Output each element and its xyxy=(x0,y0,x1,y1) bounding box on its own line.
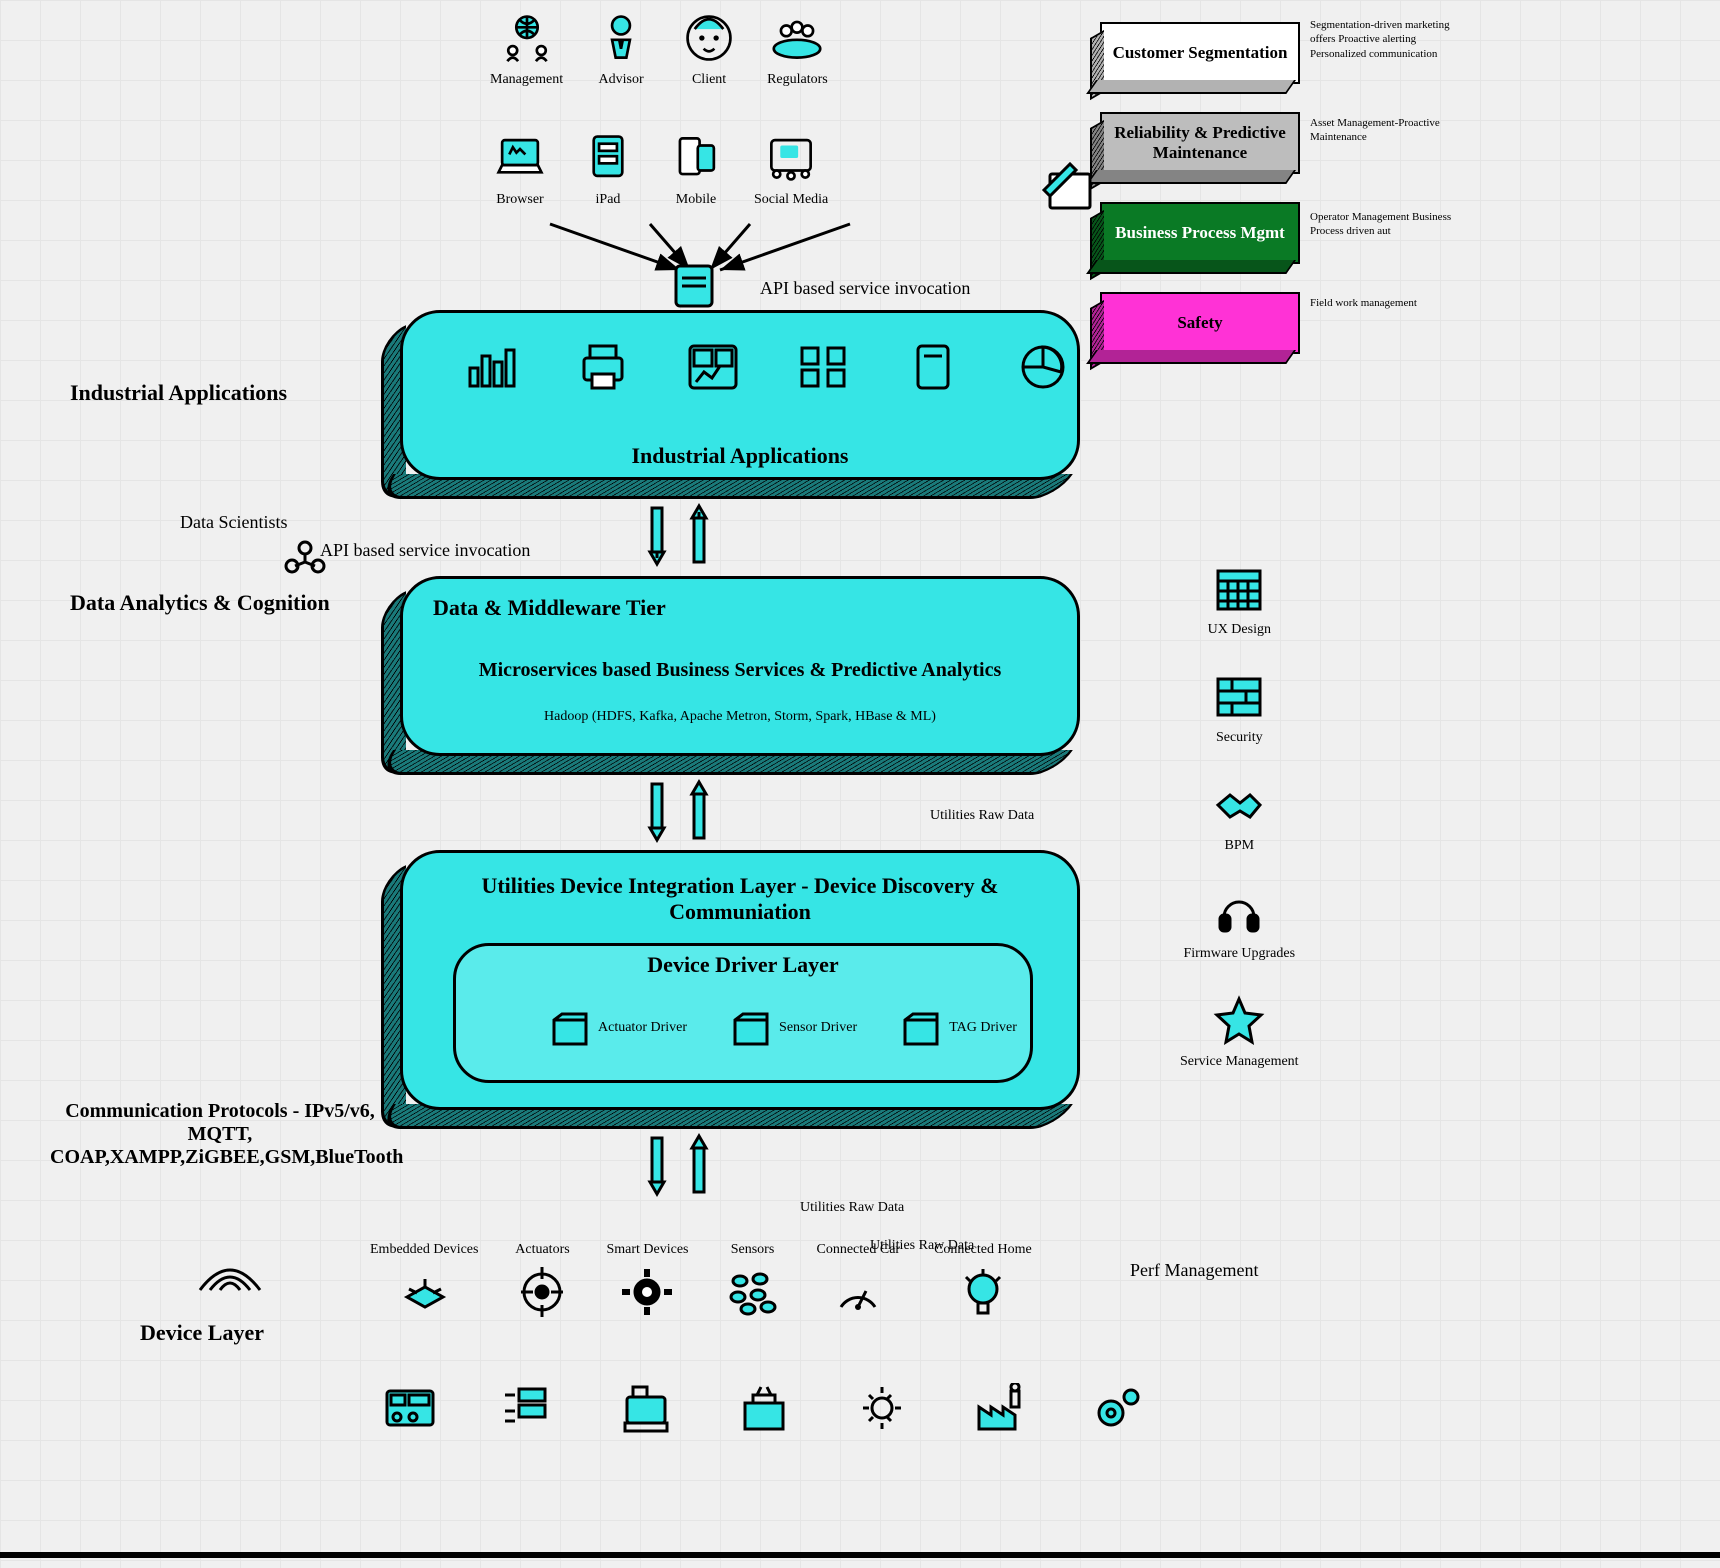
tier-data-middleware: Data & Middleware Tier Microservices bas… xyxy=(400,576,1080,756)
protocols-label: Communication Protocols - IPv5/v6, MQTT,… xyxy=(50,1100,390,1169)
tablet-icon xyxy=(578,130,638,186)
footer-line xyxy=(0,1552,1720,1558)
analytics-label: Data Analytics & Cognition xyxy=(70,590,330,616)
sensors: Sensors xyxy=(723,1242,783,1320)
card-reliability: Reliability & Predictive Maintenance xyxy=(1100,112,1300,174)
actuator-driver: Actuator Driver xyxy=(550,1010,687,1046)
card-safety: Safety xyxy=(1100,292,1300,354)
laptop-icon xyxy=(490,130,550,186)
tier2-main: Microservices based Business Services & … xyxy=(403,659,1077,682)
advisor-icon xyxy=(591,10,651,66)
smart-devices: Smart Devices xyxy=(606,1242,688,1320)
factory-icon xyxy=(970,1380,1030,1436)
social-icon xyxy=(761,130,821,186)
tier2-sub: Hadoop (HDFS, Kafka, Apache Metron, Stor… xyxy=(403,709,1077,725)
api-label-1: API based service invocation xyxy=(760,278,970,299)
device-label: Mobile xyxy=(676,192,716,208)
pie-icon xyxy=(1013,339,1073,395)
device-layer-label: Device Layer xyxy=(140,1320,264,1346)
device-browser: Browser xyxy=(490,130,550,208)
device-label: iPad xyxy=(596,192,621,208)
printer-icon xyxy=(573,339,633,395)
calendar-icon xyxy=(1209,560,1269,616)
driver-layer-box: Device Driver Layer Actuator Driver Sens… xyxy=(453,943,1033,1083)
client-icon xyxy=(679,10,739,66)
globe-team-icon xyxy=(497,10,557,66)
signal-icon xyxy=(190,1230,270,1305)
sensor-driver: Sensor Driver xyxy=(731,1010,857,1046)
chip-icon xyxy=(394,1264,454,1320)
perf-management: Perf Management xyxy=(1130,1260,1258,1281)
pen-paper-icon xyxy=(1040,160,1100,219)
device-label: Social Media xyxy=(754,192,828,208)
gear-icon xyxy=(617,1264,677,1320)
tier-industrial-apps: Industrial Applications xyxy=(400,310,1080,480)
card-note-1: Asset Management-Proactive Maintenance xyxy=(1310,116,1460,145)
tier1-label: Industrial Applications xyxy=(403,443,1077,469)
left-industrial-apps: Industrial Applications xyxy=(70,380,287,406)
apps-grid-icon xyxy=(793,339,853,395)
regulators-icon xyxy=(767,10,827,66)
bi-arrow-2 xyxy=(640,776,716,846)
control-panel-icon xyxy=(380,1380,440,1436)
actor-label: Regulators xyxy=(767,72,828,88)
rail-security: Security xyxy=(1209,668,1269,746)
tier2-title: Data & Middleware Tier xyxy=(433,595,666,621)
util-raw-2: Utilities Raw Data xyxy=(800,1200,904,1216)
card-bpm: Business Process Mgmt xyxy=(1100,202,1300,264)
chart-icon xyxy=(463,339,523,395)
sun-icon xyxy=(852,1380,912,1436)
toolbox-icon xyxy=(734,1380,794,1436)
actor-label: Client xyxy=(692,72,726,88)
tier3-title: Utilities Device Integration Layer - Dev… xyxy=(443,873,1037,925)
register-icon xyxy=(616,1380,676,1436)
card-note-0: Segmentation-driven marketing offers Pro… xyxy=(1310,18,1460,61)
target-icon xyxy=(512,1264,572,1320)
bi-arrow-1 xyxy=(640,500,716,570)
embedded-devices: Embedded Devices xyxy=(370,1242,478,1320)
actor-advisor: Advisor xyxy=(591,10,651,88)
device-mobile: Mobile xyxy=(666,130,726,208)
actor-client: Client xyxy=(679,10,739,88)
actuators: Actuators xyxy=(512,1242,572,1320)
bi-arrow-3 xyxy=(640,1130,716,1200)
dashboard-icon xyxy=(683,339,743,395)
api-label-2: API based service invocation xyxy=(320,540,530,561)
rail-bpm: BPM xyxy=(1209,776,1269,854)
phone-icon xyxy=(666,130,726,186)
list-cards-icon xyxy=(498,1380,558,1436)
card-note-2: Operator Management Business Process dri… xyxy=(1310,210,1460,239)
device-label: Browser xyxy=(496,192,543,208)
sensor-dots-icon xyxy=(723,1264,783,1320)
people-icon xyxy=(280,538,330,587)
tier-integration: Utilities Device Integration Layer - Dev… xyxy=(400,850,1080,1110)
rail-firmware: Firmware Upgrades xyxy=(1183,884,1295,962)
rail-ux: UX Design xyxy=(1208,560,1271,638)
star-icon xyxy=(1209,992,1269,1048)
actor-regulators: Regulators xyxy=(767,10,828,88)
data-scientists-label: Data Scientists xyxy=(180,512,287,533)
tablet-app-icon xyxy=(903,339,963,395)
connected-home: Connected Home xyxy=(934,1242,1032,1320)
handshake-icon xyxy=(1209,776,1269,832)
connected-car: Connected Car xyxy=(817,1242,901,1320)
bulb-icon xyxy=(953,1264,1013,1320)
speedometer-icon xyxy=(828,1264,888,1320)
actor-label: Management xyxy=(490,72,563,88)
rail-service-mgmt: Service Management xyxy=(1180,992,1299,1070)
card-note-3: Field work management xyxy=(1310,296,1460,310)
gears-icon xyxy=(1088,1380,1148,1436)
util-raw-1: Utilities Raw Data xyxy=(930,808,1034,824)
wall-icon xyxy=(1209,668,1269,724)
device-ipad: iPad xyxy=(578,130,638,208)
tag-driver: TAG Driver xyxy=(901,1010,1017,1046)
device-social: Social Media xyxy=(754,130,828,208)
card-customer-segmentation: Customer Segmentation xyxy=(1100,22,1300,84)
headset-icon xyxy=(1209,884,1269,940)
actor-management: Management xyxy=(490,10,563,88)
tier3-sub: Device Driver Layer xyxy=(456,952,1030,978)
actor-label: Advisor xyxy=(599,72,644,88)
